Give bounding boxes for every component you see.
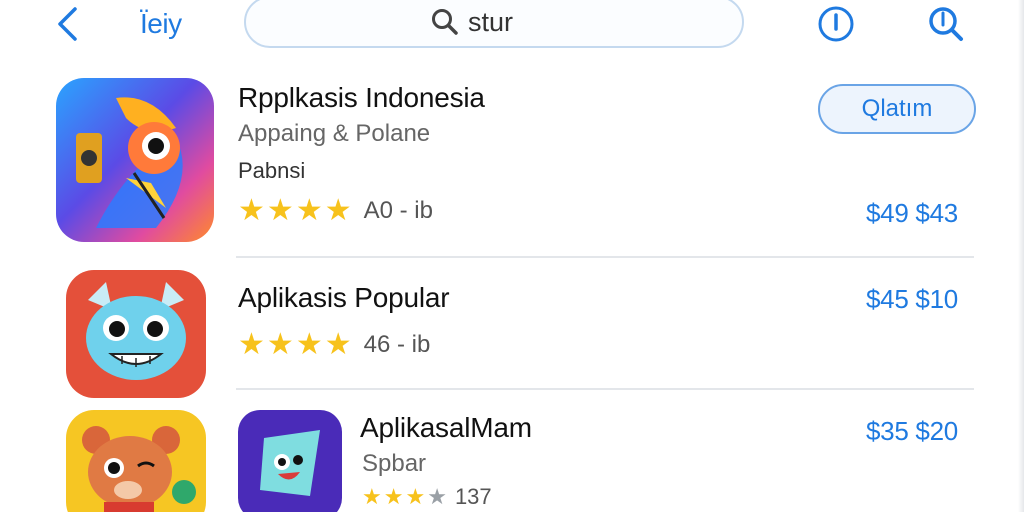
divider <box>236 388 974 390</box>
star-icon: ★ <box>266 328 294 361</box>
app-name[interactable]: Rpplkasis Indonesia <box>238 82 485 114</box>
app-developer: Spbar <box>362 450 427 477</box>
star-half-icon: ★ <box>427 484 447 509</box>
app-developer: Appaing & Polane <box>238 120 431 147</box>
star-icon: ★ <box>238 328 265 361</box>
app-name[interactable]: Aplikasis Popular <box>238 282 450 314</box>
nav-title: Ïeiy <box>140 8 182 39</box>
star-icon: ★ <box>324 194 352 227</box>
search-button[interactable] <box>924 2 968 46</box>
price: $35 $20 <box>866 416 958 446</box>
rating: ★ ★ ★ ★ 46 - ib <box>238 330 430 360</box>
scrollbar[interactable] <box>1018 0 1024 512</box>
star-icon: ★ <box>362 484 382 509</box>
back-button[interactable] <box>50 4 86 44</box>
rating-text: A0 - ib <box>363 197 433 224</box>
app-icon-popular[interactable] <box>66 270 206 398</box>
app-icon-rpplkasis[interactable] <box>56 78 214 242</box>
top-navigation-bar: Ïeiy <box>0 0 1024 60</box>
star-icon: ★ <box>295 194 323 227</box>
app-name[interactable]: AplikasalMam <box>360 412 532 444</box>
search-input[interactable] <box>468 6 558 38</box>
star-icon: ★ <box>383 484 404 509</box>
app-category: Pabnsi <box>238 158 306 183</box>
rating-text: 137 <box>454 484 492 509</box>
star-icon: ★ <box>266 194 294 227</box>
chevron-left-icon <box>58 7 77 41</box>
star-icon: ★ <box>405 484 426 509</box>
app-icon-bear[interactable] <box>66 410 206 512</box>
search-icon <box>929 7 963 41</box>
search-icon <box>430 7 460 37</box>
star-icon: ★ <box>238 194 265 227</box>
info-button[interactable] <box>816 4 856 44</box>
rating: ★ ★ ★ ★ 137 <box>362 484 492 510</box>
divider <box>236 256 974 258</box>
rating: ★ ★ ★ ★ A0 - ib <box>238 196 433 226</box>
info-icon <box>818 6 854 42</box>
price: $45 $10 <box>866 284 958 314</box>
app-icon-aplikasalmam[interactable] <box>238 410 342 512</box>
search-bar[interactable] <box>244 0 744 48</box>
get-button[interactable]: Qlatım <box>818 84 976 134</box>
star-icon: ★ <box>324 328 352 361</box>
star-icon: ★ <box>295 328 323 361</box>
price: $49 $43 <box>866 198 958 228</box>
rating-text: 46 - ib <box>363 331 431 358</box>
